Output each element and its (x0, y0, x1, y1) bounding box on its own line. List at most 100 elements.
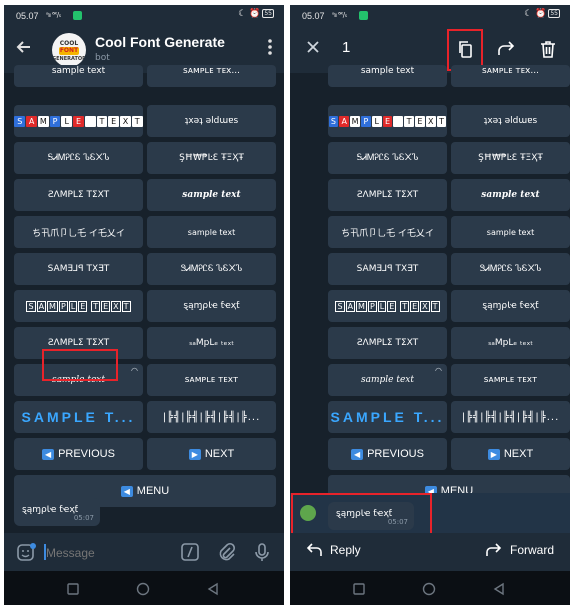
kb-button[interactable]: ȿąɱρƖҽ ƭҽҳƭ (147, 290, 276, 322)
notification-icon (73, 11, 82, 20)
kb-button[interactable]: SAMPLE TEXT (14, 105, 143, 137)
kb-button[interactable]: ꜱᴀᴍᴘʟᴇ ᴛᴇx... (451, 65, 570, 87)
commands-icon[interactable] (180, 542, 200, 562)
kb-button[interactable]: ƧΛMPLΣ TΣXT (328, 179, 447, 211)
kb-button[interactable]: ꜱᴀᴍᴘʟᴇ ᴛᴇxᴛ (147, 364, 276, 396)
kb-button[interactable]: ち卂爪卩乚乇 イ乇乂イ (328, 216, 447, 248)
next-label: NEXT (204, 448, 235, 460)
nav-back-icon[interactable] (492, 581, 506, 596)
trash-icon[interactable] (538, 39, 558, 59)
forward-button[interactable]: Forward (486, 543, 554, 557)
avatar-line2: FONT (59, 47, 79, 55)
kb-button[interactable]: sample text (14, 65, 143, 87)
chat-title[interactable]: Cool Font Generate (95, 34, 225, 50)
reply-button[interactable]: Reply (306, 543, 361, 557)
kb-button[interactable]: SAMPLE TEXT (328, 290, 447, 322)
left-screen: 05.07 ᵃᵢₗₗ ⁶ᴷ/ₛ ☾ ⏰ 55 COOL FONT GENERATO… (4, 5, 284, 605)
highlight-box (291, 493, 432, 536)
next-label: NEXT (503, 448, 534, 460)
kb-button[interactable]: ₛₐMpᒪₑ ₜₑₓₜ (451, 327, 570, 359)
bot-keyboard: sample text ꜱᴀᴍᴘʟᴇ ᴛᴇx... SAMPLE T E X Tʇxǝʇ… (14, 65, 276, 512)
left-arrow-icon: ◀ (351, 448, 364, 460)
message-bubble[interactable]: ȿąɱρƖҽ ƭҽҳƭ 05:07 (14, 498, 100, 526)
avatar[interactable]: COOL FONT GENERATOR (52, 33, 86, 67)
kb-button[interactable]: SAMPLE TEXT (328, 105, 447, 137)
avatar-line3: GENERATOR (52, 56, 86, 62)
left-arrow-icon: ◀ (120, 485, 133, 497)
message-time: 05:07 (73, 514, 94, 522)
kb-button[interactable]: ᏕᏗᎷᎮᏝᏋ ᏖᏋ᙭Ꮦ (147, 253, 276, 285)
reply-label: Reply (330, 543, 361, 557)
recents-icon[interactable] (66, 581, 80, 595)
kb-button[interactable]: ꜱᴀᴍᴘʟᴇ ᴛᴇxᴛ (451, 364, 570, 396)
bot-keyboard: sample text ꜱᴀᴍᴘʟᴇ ᴛᴇx... SAMPLE T E X Tʇxǝʇ… (328, 65, 570, 512)
chat-subtitle: bot (95, 53, 110, 63)
battery-icon: 55 (548, 9, 560, 18)
left-arrow-icon: ◀ (42, 448, 55, 460)
kb-button[interactable]: ȿąɱρƖҽ ƭҽҳƭ (451, 290, 570, 322)
previous-label: PREVIOUS (58, 448, 115, 460)
kb-button[interactable]: ꜱᴀᴍᴘʟᴇ ᴛᴇx... (147, 65, 276, 87)
kb-button[interactable]: ᎦᏗᎷᎮᏝᏋ ᏖᏋ᙭Ꮦ (14, 142, 143, 174)
kb-button[interactable]: sample text ◠ (328, 364, 447, 396)
signal-indicator: ᵃᵢₗₗ ⁶ᴷ/ₛ (332, 11, 347, 19)
status-time: 05.07 (302, 11, 325, 21)
close-icon[interactable] (306, 39, 320, 58)
loading-icon: ◠ (435, 366, 442, 375)
battery-icon: 55 (262, 9, 274, 18)
kb-button[interactable]: sample text (451, 216, 570, 248)
home-icon[interactable] (422, 581, 436, 596)
kb-button[interactable]: ƧΛMPᒪΣ TΣXT (328, 327, 447, 359)
message-input[interactable] (46, 544, 166, 562)
kb-button-label: sample text (361, 375, 414, 385)
kb-button[interactable]: sample text (147, 216, 276, 248)
kb-button[interactable]: sample text (147, 179, 276, 211)
recents-icon[interactable] (352, 581, 366, 595)
kb-button[interactable]: SAMPLE T... (328, 401, 447, 433)
status-bar: 05.07 ᵃᵢₗₗ ⁶ᴷ/ₛ ☾ ⏰ 55 (290, 5, 570, 27)
loading-icon: ◠ (131, 366, 138, 375)
highlight-box (42, 349, 118, 381)
reply-icon (306, 543, 322, 556)
kb-button[interactable]: |╠╣|╠╣|╠╣|╠╣|╠... (147, 401, 276, 433)
kb-button[interactable]: SAMPLE T... (14, 401, 143, 433)
kb-button[interactable]: ᏕᏗᎷᎮᏝᏋ ᏖᏋ᙭Ꮦ (451, 253, 570, 285)
forward-icon (486, 543, 502, 556)
status-right: ☾ ⏰ 55 (238, 9, 274, 19)
kb-button[interactable]: sample text (451, 179, 570, 211)
system-nav-bar (290, 571, 570, 605)
status-icons: ☾ ⏰ (238, 9, 261, 19)
system-nav-bar (4, 571, 284, 605)
kb-button[interactable]: ち卂爪卩乚乇 イ乇乂イ (14, 216, 143, 248)
kb-button[interactable]: SAMPLE TEXT (14, 290, 143, 322)
previous-button[interactable]: ◀ PREVIOUS (14, 438, 143, 470)
forward-icon[interactable] (496, 39, 516, 59)
kb-button[interactable]: ƧΛMPLΣ TΣXT (14, 179, 143, 211)
next-button[interactable]: ▶ NEXT (451, 438, 570, 470)
nav-back-icon[interactable] (206, 581, 220, 596)
kb-button[interactable]: ₛₐMpᒪₑ ₜₑₓₜ (147, 327, 276, 359)
right-screen: 05.07 ᵃᵢₗₗ ⁶ᴷ/ₛ ☾ ⏰ 55 1 sample text ꜱᴀᴍᴘʟ… (290, 5, 570, 605)
right-arrow-icon: ▶ (188, 448, 201, 460)
kb-button[interactable]: ᎦᏗᎷᎮᏝᏋ ᏖᏋ᙭Ꮦ (328, 142, 447, 174)
home-icon[interactable] (136, 581, 150, 596)
message-input-bar (4, 533, 284, 571)
kb-button[interactable]: SAMƎ⅃ꟼ TX∃T (328, 253, 447, 285)
kb-button[interactable]: sample text (328, 65, 447, 87)
status-time: 05.07 (16, 11, 39, 21)
emoji-icon[interactable] (16, 542, 36, 562)
kb-button[interactable]: ʇxǝʇ ǝldɯɐs (147, 105, 276, 137)
kb-button[interactable]: ŞĦ₩₱ĿƐ ŦΞҲŦ (451, 142, 570, 174)
next-button[interactable]: ▶ NEXT (147, 438, 276, 470)
kb-button[interactable]: |╠╣|╠╣|╠╣|╠╣|╠... (451, 401, 570, 433)
status-bar: 05.07 ᵃᵢₗₗ ⁶ᴷ/ₛ ☾ ⏰ 55 (4, 5, 284, 27)
previous-button[interactable]: ◀ PREVIOUS (328, 438, 447, 470)
paperclip-icon[interactable] (216, 542, 236, 562)
back-arrow-icon[interactable] (16, 39, 32, 60)
kb-button[interactable]: ʇxǝʇ ǝldɯɐs (451, 105, 570, 137)
microphone-icon[interactable] (252, 542, 272, 562)
kb-button[interactable]: ŞĦ₩₱ĿƐ ŦΞҲŦ (147, 142, 276, 174)
more-vertical-icon[interactable] (268, 39, 272, 59)
avatar-line1: COOL (59, 40, 79, 47)
kb-button[interactable]: SAMƎ⅃ꟼ TX∃T (14, 253, 143, 285)
